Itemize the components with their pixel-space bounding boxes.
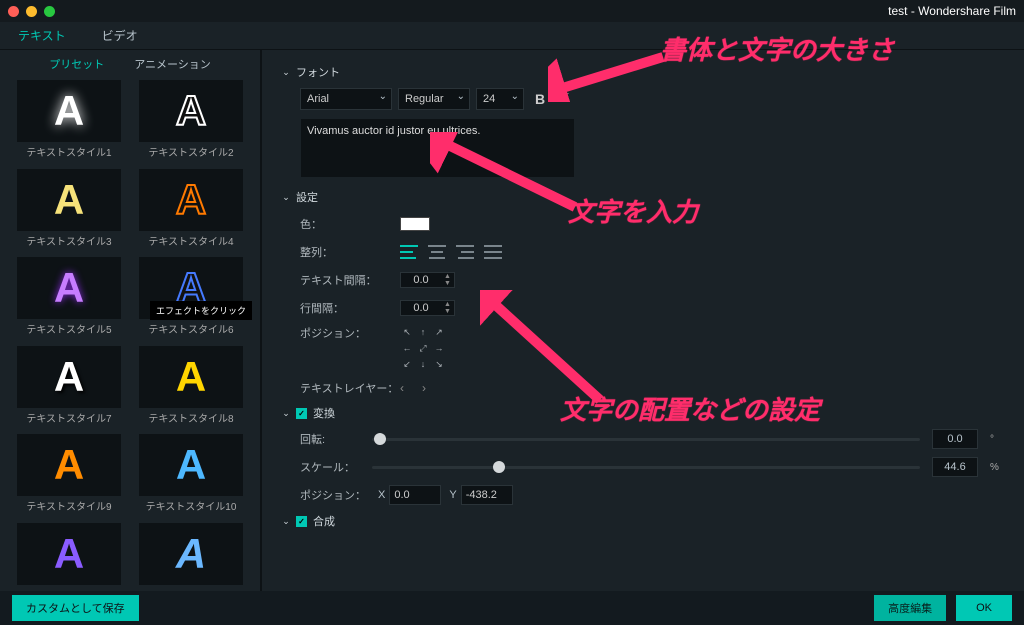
text-spacing-label: テキスト間隔： — [300, 272, 400, 288]
save-custom-button[interactable]: カスタムとして保存 — [12, 595, 139, 621]
chevron-down-icon: ⌄ — [282, 517, 290, 525]
subtab-preset[interactable]: プリセット — [49, 56, 104, 72]
align-justify-button[interactable] — [484, 245, 502, 259]
section-transform-label: 変換 — [313, 405, 335, 421]
window-minimize-button[interactable] — [26, 6, 37, 17]
align-right-button[interactable] — [456, 245, 474, 259]
subtab-animation[interactable]: アニメーション — [134, 56, 211, 72]
preset-item[interactable]: Aテキストスタイル7 — [12, 346, 126, 431]
chevron-down-icon: ⌄ — [282, 409, 290, 417]
rotation-unit: ° — [990, 434, 1004, 445]
preset-item[interactable]: Aテキストスタイル10 — [134, 434, 248, 519]
preset-item[interactable]: Aテキストスタイル4 — [134, 169, 248, 254]
ok-button[interactable]: OK — [956, 595, 1012, 621]
x-label: X — [378, 489, 385, 501]
bold-button[interactable]: B — [530, 89, 550, 109]
chevron-down-icon: ⌄ — [282, 193, 290, 201]
right-panel: ⌄ フォント Arial Regular 24 B I ⌄ 設定 色： 整列： — [262, 50, 1024, 592]
align-label: 整列： — [300, 244, 400, 260]
scale-value[interactable]: 44.6 — [932, 457, 978, 477]
position-anchor-grid[interactable]: ↖↑↗ ←⤢→ ↙↓↘ — [400, 325, 446, 371]
preset-grid: Aテキストスタイル1 Aテキストスタイル2 Aテキストスタイル3 Aテキストスタ… — [0, 78, 260, 592]
scale-slider[interactable] — [372, 466, 920, 469]
rotation-label: 回転: — [300, 431, 360, 447]
section-font-header[interactable]: ⌄ フォント — [282, 64, 1004, 80]
font-size-select[interactable]: 24 — [476, 88, 524, 110]
position-label: ポジション： — [300, 325, 400, 341]
y-label: Y — [449, 489, 456, 501]
position-x-input[interactable] — [389, 485, 441, 505]
transform-checkbox[interactable]: ✓ — [296, 408, 307, 419]
rotation-value[interactable]: 0.0 — [932, 429, 978, 449]
footer-bar: カスタムとして保存 高度編集 OK — [0, 591, 1024, 625]
scale-unit: % — [990, 462, 1004, 473]
preset-item[interactable]: Aテキストスタイル3 — [12, 169, 126, 254]
line-spacing-label: 行間隔： — [300, 300, 400, 316]
preset-item[interactable]: Aエフェクトをクリックテキストスタイル6 — [134, 257, 248, 342]
chevron-down-icon: ⌄ — [282, 68, 290, 76]
window-maximize-button[interactable] — [44, 6, 55, 17]
layer-prev-button[interactable]: ‹ — [400, 381, 404, 395]
compose-checkbox[interactable]: ✓ — [296, 516, 307, 527]
preset-item[interactable]: Aテキストスタイル1 — [12, 80, 126, 165]
align-left-button[interactable] — [400, 245, 418, 259]
text-spacing-spinner[interactable]: ▲▼ — [400, 272, 455, 288]
tab-text[interactable]: テキスト — [0, 22, 84, 49]
advanced-edit-button[interactable]: 高度編集 — [874, 595, 946, 621]
text-color-swatch[interactable] — [400, 217, 430, 231]
preset-item[interactable]: Aテキストスタイル9 — [12, 434, 126, 519]
left-panel: プリセット アニメーション Aテキストスタイル1 Aテキストスタイル2 Aテキス… — [0, 50, 260, 592]
section-transform-header[interactable]: ⌄ ✓ 変換 — [282, 405, 1004, 421]
text-layer-label: テキストレイヤー： — [300, 380, 400, 396]
italic-button[interactable]: I — [556, 89, 576, 109]
preset-tooltip: エフェクトをクリック — [150, 301, 252, 320]
window-close-button[interactable] — [8, 6, 19, 17]
preset-item[interactable]: A — [12, 523, 126, 593]
line-spacing-spinner[interactable]: ▲▼ — [400, 300, 455, 316]
preset-item[interactable]: Aテキストスタイル2 — [134, 80, 248, 165]
scale-label: スケール： — [300, 459, 360, 475]
tab-video[interactable]: ビデオ — [84, 22, 156, 49]
transform-position-label: ポジション： — [300, 487, 370, 503]
preset-item[interactable]: A — [134, 523, 248, 593]
font-weight-select[interactable]: Regular — [398, 88, 470, 110]
text-layer-nav: ‹ › — [400, 381, 426, 395]
section-compose-header[interactable]: ⌄ ✓ 合成 — [282, 513, 1004, 529]
rotation-slider[interactable] — [372, 438, 920, 441]
font-family-select[interactable]: Arial — [300, 88, 392, 110]
align-center-button[interactable] — [428, 245, 446, 259]
color-label: 色： — [300, 216, 400, 232]
preset-item[interactable]: Aテキストスタイル8 — [134, 346, 248, 431]
section-font-label: フォント — [296, 64, 340, 80]
section-settings-label: 設定 — [296, 189, 318, 205]
section-compose-label: 合成 — [313, 513, 335, 529]
preset-item[interactable]: Aテキストスタイル5 — [12, 257, 126, 342]
layer-next-button[interactable]: › — [422, 381, 426, 395]
section-settings-header[interactable]: ⌄ 設定 — [282, 189, 1004, 205]
text-content-input[interactable] — [300, 118, 575, 178]
window-title: test - Wondershare Film — [888, 4, 1016, 18]
position-y-input[interactable] — [461, 485, 513, 505]
titlebar: test - Wondershare Film — [0, 0, 1024, 22]
main-tab-bar: テキスト ビデオ — [0, 22, 1024, 50]
